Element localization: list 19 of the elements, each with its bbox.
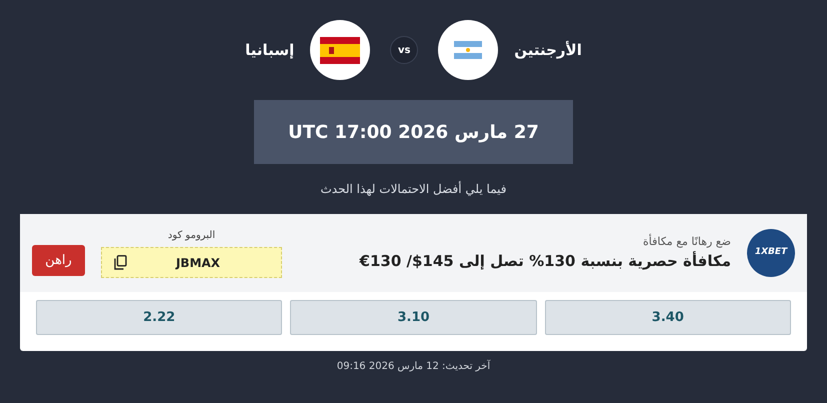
spain-flag-icon: [320, 36, 360, 64]
odds-button[interactable]: 3.10: [290, 300, 537, 335]
team-name: الأرجنتين: [514, 40, 582, 61]
subtitle: فيما يلي أفضل الاحتمالات لهذا الحدث: [320, 182, 506, 196]
odds-button[interactable]: 3.40: [544, 300, 791, 335]
promo-label: البرومو كود: [168, 229, 216, 243]
vs-badge: vs: [390, 36, 418, 64]
offer-title: مكافأة حصرية بنسبة 130% تصل إلى 145$/ 130€: [358, 250, 731, 272]
copy-icon[interactable]: [114, 255, 127, 270]
match-date: 27 مارس 2026 17:00 UTC: [254, 100, 573, 164]
promo-code-field[interactable]: JBMAX: [101, 247, 282, 278]
team-name: إسبانيا: [245, 40, 294, 61]
promo-code: JBMAX: [174, 254, 222, 272]
odds-button[interactable]: 2.22: [36, 300, 282, 335]
bet-button[interactable]: راهن: [32, 245, 85, 276]
offer-tagline: ضع رهانًا مع مكافأة: [642, 234, 731, 250]
bookmaker-logo: 1XBET: [747, 229, 795, 277]
last-updated: آخر تحديث: 12 مارس 2026 09:16: [336, 361, 490, 372]
argentina-flag-icon: [454, 41, 482, 59]
